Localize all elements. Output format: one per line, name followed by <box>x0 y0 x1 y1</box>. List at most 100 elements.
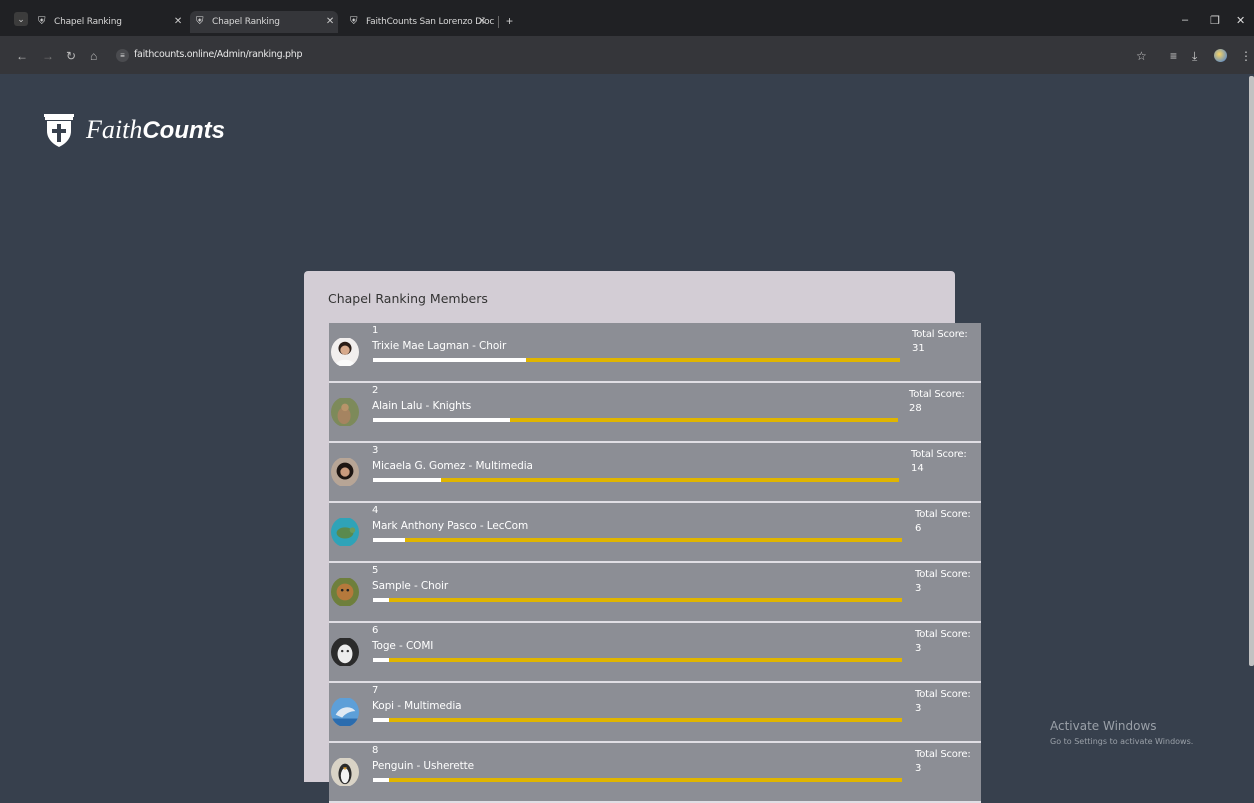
total-score-value: 3 <box>915 763 922 774</box>
total-score-value: 31 <box>912 343 925 354</box>
tab-title: FaithCounts San Lorenzo Dioc <box>366 17 495 27</box>
member-rank: 4 <box>372 505 379 516</box>
member-row[interactable]: 8 Penguin - Usherette Total Score: 3 <box>329 743 981 803</box>
member-name: Micaela G. Gomez - Multimedia <box>372 460 533 472</box>
total-score-value: 28 <box>909 403 922 414</box>
total-score-value: 14 <box>911 463 924 474</box>
watermark-title: Activate Windows <box>1050 719 1157 733</box>
score-progress-fill <box>373 358 526 362</box>
faithcounts-favicon-icon: ⛨ <box>350 16 358 27</box>
total-score-label: Total Score: <box>915 629 971 640</box>
address-bar-url[interactable]: faithcounts.online/Admin/ranking.php <box>134 49 303 60</box>
total-score-value: 3 <box>915 703 922 714</box>
score-progress-bar <box>373 598 902 602</box>
dolphin-icon <box>331 698 359 726</box>
member-rank: 8 <box>372 745 379 756</box>
score-progress-fill <box>373 538 405 542</box>
more-menu-icon[interactable]: ⋮ <box>1240 49 1252 63</box>
tab-separator <box>498 16 499 28</box>
member-rank: 2 <box>372 385 379 396</box>
media-controls-icon[interactable]: ≡ <box>1170 49 1177 63</box>
member-avatar <box>331 577 359 607</box>
tab-title: Chapel Ranking <box>212 17 280 27</box>
score-progress-fill <box>373 778 389 782</box>
portrait-woman-icon <box>331 338 359 366</box>
score-progress-bar <box>373 658 902 662</box>
member-avatar <box>331 697 359 727</box>
total-score-value: 3 <box>915 583 922 594</box>
member-row[interactable]: 1 Trixie Mae Lagman - Choir Total Score: 31 <box>329 323 981 383</box>
total-score-label: Total Score: <box>915 569 971 580</box>
member-row[interactable]: 4 Mark Anthony Pasco - LecCom Total Score:… <box>329 503 981 563</box>
total-score-value: 6 <box>915 523 922 534</box>
member-name: Toge - COMI <box>372 640 434 652</box>
total-score-label: Total Score: <box>915 749 971 760</box>
faithcounts-favicon-icon: ⛨ <box>196 16 204 27</box>
member-row[interactable]: 5 Sample - Choir Total Score: 3 <box>329 563 981 623</box>
member-row[interactable]: 7 Kopi - Multimedia Total Score: 3 <box>329 683 981 743</box>
member-rank: 3 <box>372 445 379 456</box>
back-icon[interactable]: ← <box>16 49 28 63</box>
sea-turtle-icon <box>331 518 359 546</box>
tab-close-icon[interactable]: ✕ <box>478 11 486 33</box>
member-name: Mark Anthony Pasco - LecCom <box>372 520 529 532</box>
card-title: Chapel Ranking Members <box>328 291 488 306</box>
tab-title: Chapel Ranking <box>54 17 122 27</box>
page-scrollbar[interactable] <box>1249 76 1254 666</box>
score-progress-bar <box>373 718 902 722</box>
member-row[interactable]: 6 Toge - COMI Total Score: 3 <box>329 623 981 683</box>
member-avatar <box>331 397 359 427</box>
member-name: Penguin - Usherette <box>372 760 475 772</box>
member-avatar <box>331 337 359 367</box>
browser-tab-3[interactable]: ⛨ FaithCounts San Lorenzo Dioc ✕ <box>350 11 498 33</box>
score-progress-fill <box>373 478 441 482</box>
total-score-label: Total Score: <box>915 689 971 700</box>
site-info-icon[interactable]: ≡ <box>116 49 129 62</box>
tab-search-icon[interactable]: ⌄ <box>14 12 28 26</box>
member-avatar <box>331 517 359 547</box>
profile-avatar[interactable] <box>1214 49 1227 62</box>
member-name: Trixie Mae Lagman - Choir <box>372 340 507 352</box>
download-icon[interactable]: ⤓ <box>1192 49 1197 64</box>
white-cat-icon <box>331 638 359 666</box>
member-list: 1 Trixie Mae Lagman - Choir Total Score: 31… <box>329 323 981 803</box>
score-progress-bar <box>373 418 898 422</box>
bookmark-star-icon[interactable]: ☆ <box>1136 49 1147 63</box>
browser-tab-2[interactable]: ⛨ Chapel Ranking ✕ <box>190 11 338 33</box>
minimize-icon[interactable]: – <box>1182 14 1188 26</box>
tab-close-icon[interactable]: ✕ <box>326 11 334 33</box>
member-rank: 5 <box>372 565 379 576</box>
brand-part-1: Faith <box>86 115 143 144</box>
browser-toolbar: ← → ↻ ⌂ ≡ faithcounts.online/Admin/ranki… <box>0 36 1254 74</box>
home-icon[interactable]: ⌂ <box>90 49 97 63</box>
total-score-label: Total Score: <box>909 389 965 400</box>
window-close-icon[interactable]: ✕ <box>1236 14 1245 27</box>
faithcounts-favicon-icon: ⛨ <box>38 16 46 27</box>
total-score-label: Total Score: <box>911 449 967 460</box>
score-progress-fill <box>373 418 510 422</box>
score-progress-bar <box>373 778 902 782</box>
shield-crest-icon <box>44 114 74 147</box>
restore-icon[interactable]: ❐ <box>1210 14 1220 27</box>
brand-wordmark: FaithCounts <box>86 115 225 145</box>
member-row[interactable]: 3 Micaela G. Gomez - Multimedia Total Scor… <box>329 443 981 503</box>
brand-part-2: Counts <box>142 117 225 144</box>
member-avatar <box>331 637 359 667</box>
watermark-subtitle: Go to Settings to activate Windows. <box>1050 737 1194 746</box>
member-name: Sample - Choir <box>372 580 449 592</box>
score-progress-bar <box>373 358 900 362</box>
score-progress-bar <box>373 478 899 482</box>
tab-close-icon[interactable]: ✕ <box>174 11 182 33</box>
member-rank: 6 <box>372 625 379 636</box>
squirrel-icon <box>331 398 359 426</box>
browser-tab-1[interactable]: ⛨ Chapel Ranking ✕ <box>38 11 186 33</box>
member-rank: 7 <box>372 685 379 696</box>
forward-icon[interactable]: → <box>42 49 54 63</box>
reload-icon[interactable]: ↻ <box>66 49 76 63</box>
member-name: Kopi - Multimedia <box>372 700 462 712</box>
total-score-label: Total Score: <box>915 509 971 520</box>
new-tab-icon[interactable]: + <box>506 14 513 28</box>
member-avatar <box>331 457 359 487</box>
member-row[interactable]: 2 Alain Lalu - Knights Total Score: 28 <box>329 383 981 443</box>
member-name: Alain Lalu - Knights <box>372 400 472 412</box>
